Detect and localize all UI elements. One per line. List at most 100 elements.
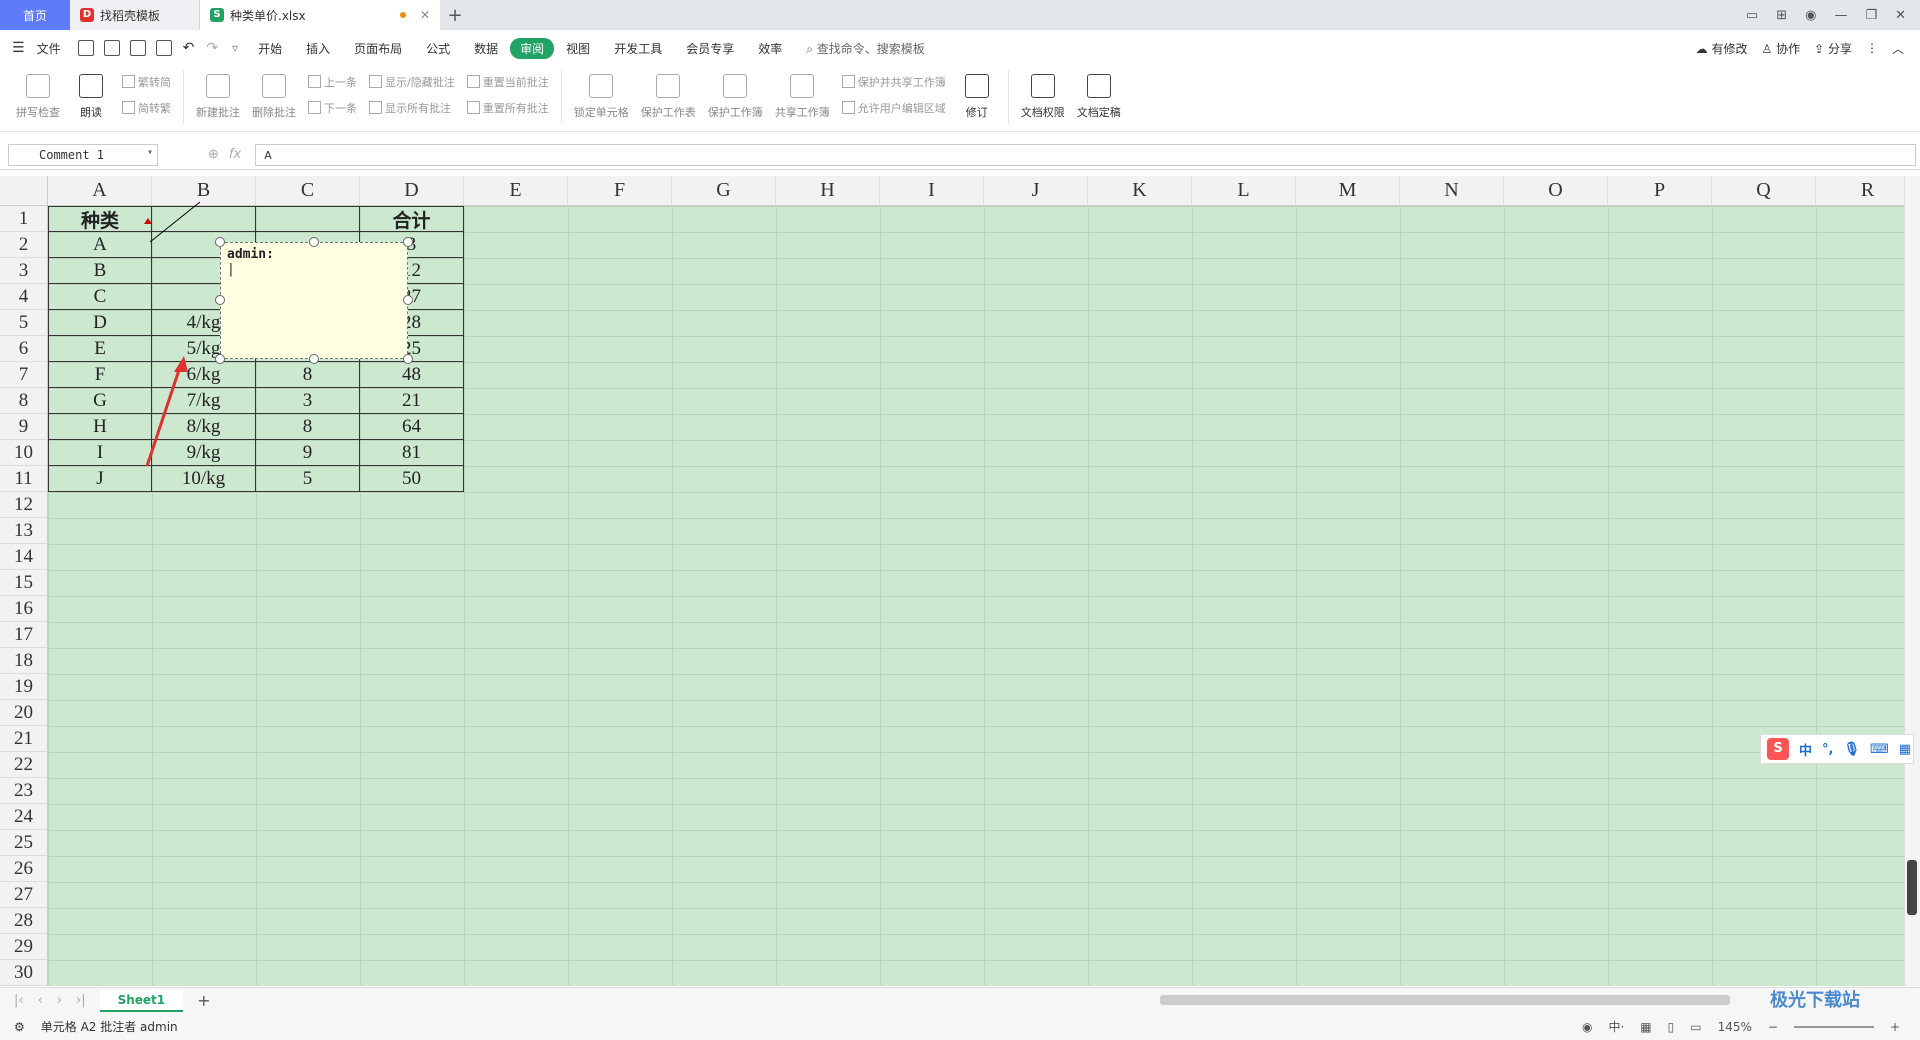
new-tab-button[interactable]: + xyxy=(440,0,470,30)
row-header[interactable]: 8 xyxy=(0,388,48,414)
column-header[interactable]: K xyxy=(1088,176,1192,206)
column-header[interactable]: G xyxy=(672,176,776,206)
column-header[interactable]: I xyxy=(880,176,984,206)
row-header[interactable]: 29 xyxy=(0,934,48,960)
menu-review[interactable]: 审阅 xyxy=(510,37,555,59)
close-window-icon[interactable]: ✕ xyxy=(1895,8,1906,23)
row-header[interactable]: 5 xyxy=(0,310,48,336)
normal-view-icon[interactable]: ▦ xyxy=(1640,1020,1651,1034)
select-all-corner[interactable] xyxy=(0,176,48,206)
command-search[interactable]: ⌕ 查找命令、搜索模板 xyxy=(806,40,925,57)
column-header[interactable]: O xyxy=(1504,176,1608,206)
row-header[interactable]: 22 xyxy=(0,752,48,778)
more-quick-icon[interactable]: ▿ xyxy=(232,41,238,55)
close-tab-icon[interactable]: ✕ xyxy=(420,8,430,22)
menu-member[interactable]: 会员专享 xyxy=(674,40,746,57)
column-header[interactable]: F xyxy=(568,176,672,206)
read-aloud-button[interactable]: 朗读 xyxy=(66,70,116,120)
menu-developer[interactable]: 开发工具 xyxy=(602,40,674,57)
collab-button[interactable]: ♙ 协作 xyxy=(1761,40,1800,57)
revise-button[interactable]: 修订 xyxy=(952,70,1002,120)
ime-status-icon[interactable]: 中· xyxy=(1608,1018,1624,1035)
row-header[interactable]: 1 xyxy=(0,206,48,232)
eye-protect-icon[interactable]: ◉ xyxy=(1582,1020,1592,1034)
page-view-icon[interactable]: ▯ xyxy=(1668,1020,1675,1034)
zoom-level[interactable]: 145% xyxy=(1718,1020,1752,1034)
more-icon[interactable]: ⋮ xyxy=(1866,41,1878,55)
row-header[interactable]: 24 xyxy=(0,804,48,830)
row-header[interactable]: 11 xyxy=(0,466,48,492)
zoom-out-icon[interactable]: − xyxy=(1768,1020,1778,1034)
reset-all-comments-button[interactable]: 重置所有批注 xyxy=(467,100,549,116)
share-book-button[interactable]: 共享工作簿 xyxy=(769,70,836,120)
column-header[interactable]: Q xyxy=(1712,176,1816,206)
column-header[interactable]: H xyxy=(776,176,880,206)
tab-home[interactable]: 首页 xyxy=(0,0,70,30)
undo-icon[interactable]: ↶ xyxy=(183,40,195,56)
reset-current-comment-button[interactable]: 重置当前批注 xyxy=(467,74,549,90)
menu-file[interactable]: 文件 xyxy=(25,40,73,57)
row-header[interactable]: 26 xyxy=(0,856,48,882)
print-icon[interactable] xyxy=(129,40,146,56)
column-header[interactable]: P xyxy=(1608,176,1712,206)
first-sheet-icon[interactable]: |‹ xyxy=(14,993,24,1008)
row-header[interactable]: 16 xyxy=(0,596,48,622)
row-header[interactable]: 25 xyxy=(0,830,48,856)
keyboard-icon[interactable]: ⌨ xyxy=(1870,742,1889,757)
column-header[interactable]: E xyxy=(464,176,568,206)
next-comment-button[interactable]: 下一条 xyxy=(308,100,357,116)
spell-check-button[interactable]: 拼写检查 xyxy=(10,70,66,120)
menu-efficiency[interactable]: 效率 xyxy=(746,40,794,57)
show-hide-comment-button[interactable]: 显示/隐藏批注 xyxy=(369,74,455,90)
export-icon[interactable] xyxy=(103,40,120,56)
row-header[interactable]: 30 xyxy=(0,960,48,986)
redo-icon[interactable]: ↷ xyxy=(206,40,218,56)
row-header[interactable]: 27 xyxy=(0,882,48,908)
menu-formula[interactable]: 公式 xyxy=(414,40,462,57)
menu-start[interactable]: 开始 xyxy=(246,40,294,57)
lock-cell-button[interactable]: 锁定单元格 xyxy=(568,70,635,120)
minimize-icon[interactable]: — xyxy=(1834,8,1847,23)
prev-sheet-icon[interactable]: ‹ xyxy=(38,993,43,1008)
protect-book-button[interactable]: 保护工作簿 xyxy=(702,70,769,120)
column-header[interactable]: C xyxy=(256,176,360,206)
row-header[interactable]: 14 xyxy=(0,544,48,570)
row-header[interactable]: 9 xyxy=(0,414,48,440)
delete-comment-button[interactable]: 删除批注 xyxy=(246,70,302,120)
allow-edit-range-button[interactable]: 允许用户编辑区域 xyxy=(842,100,946,116)
column-header[interactable]: N xyxy=(1400,176,1504,206)
doc-permission-button[interactable]: 文档权限 xyxy=(1015,70,1071,120)
mic-icon[interactable]: 🎙 xyxy=(1843,742,1860,757)
name-box[interactable]: Comment 1 xyxy=(8,143,158,166)
row-header[interactable]: 2 xyxy=(0,232,48,258)
tab-template[interactable]: D 找稻壳模板 xyxy=(70,0,200,30)
menu-view[interactable]: 视图 xyxy=(554,40,602,57)
sheet-tab[interactable]: Sheet1 xyxy=(99,989,184,1012)
simp-to-trad-button[interactable]: 简转繁 xyxy=(122,100,171,116)
zoom-slider[interactable] xyxy=(1793,1025,1874,1028)
show-all-comments-button[interactable]: 显示所有批注 xyxy=(369,100,455,116)
column-header[interactable]: D xyxy=(360,176,464,206)
row-header[interactable]: 18 xyxy=(0,648,48,674)
prev-comment-button[interactable]: 上一条 xyxy=(308,74,357,90)
row-header[interactable]: 17 xyxy=(0,622,48,648)
protect-share-button[interactable]: 保护并共享工作簿 xyxy=(842,74,946,90)
column-header[interactable]: B xyxy=(152,176,256,206)
menu-page-layout[interactable]: 页面布局 xyxy=(342,40,414,57)
row-header[interactable]: 6 xyxy=(0,336,48,362)
horizontal-scroll-thumb[interactable] xyxy=(1160,995,1730,1005)
row-header[interactable]: 4 xyxy=(0,284,48,310)
row-header[interactable]: 20 xyxy=(0,700,48,726)
formula-input[interactable]: A xyxy=(255,143,1916,166)
hamburger-icon[interactable]: ☰ xyxy=(12,40,25,56)
column-header[interactable]: J xyxy=(984,176,1088,206)
row-header[interactable]: 7 xyxy=(0,362,48,388)
row-header[interactable]: 12 xyxy=(0,492,48,518)
next-sheet-icon[interactable]: › xyxy=(57,993,62,1008)
last-sheet-icon[interactable]: ›| xyxy=(76,993,86,1008)
macro-icon[interactable]: ⚙ xyxy=(14,1020,25,1034)
column-header[interactable]: R xyxy=(1816,176,1904,206)
ime-lang[interactable]: 中 xyxy=(1799,740,1812,759)
row-header[interactable]: 19 xyxy=(0,674,48,700)
cell-area[interactable]: 种类合计A3B12C27D4/kg728E5/kg525F6/kg848G7/k… xyxy=(48,201,1904,986)
